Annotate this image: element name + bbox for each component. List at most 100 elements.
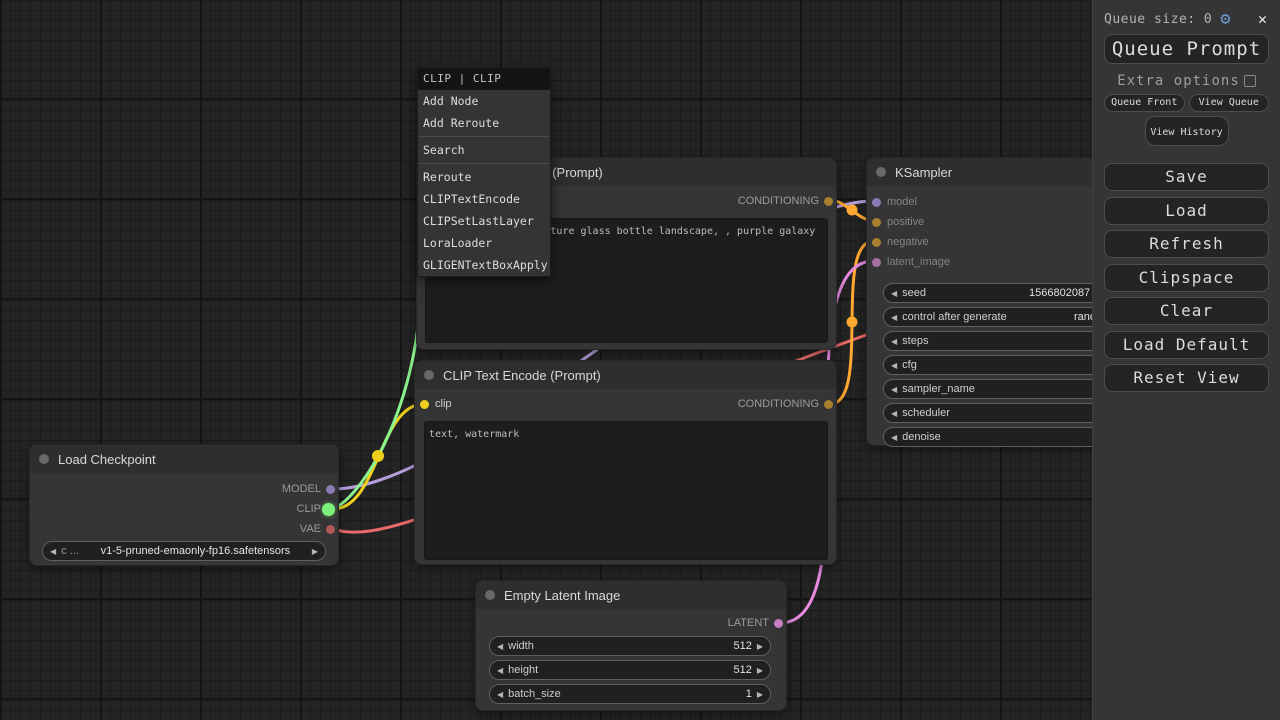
settings-gear-icon[interactable]: ⚙	[1220, 11, 1230, 28]
widget-value: 512	[733, 664, 751, 676]
decrement-arrow-icon[interactable]: ◀	[891, 385, 897, 394]
conditioning-output-port[interactable]	[824, 197, 833, 206]
scheduler-widget[interactable]: ◀ scheduler	[883, 403, 1123, 423]
menu-item-cliptextencode[interactable]: CLIPTextEncode	[418, 188, 550, 210]
collapse-dot[interactable]	[876, 167, 886, 177]
widget-label: control after generate	[902, 311, 1007, 323]
positive-input-label: positive	[887, 216, 924, 228]
next-arrow-icon[interactable]: ▶	[312, 547, 318, 556]
decrement-arrow-icon[interactable]: ◀	[497, 642, 503, 651]
latent-image-input-port[interactable]	[872, 258, 881, 267]
seed-widget[interactable]: ◀ seed 1566802087	[883, 283, 1123, 303]
widget-value: v1-5-pruned-emaonly-fp16.safetensors	[84, 545, 307, 557]
widget-label: width	[508, 640, 534, 652]
menu-item-loraloader[interactable]: LoraLoader	[418, 232, 550, 254]
steps-widget[interactable]: ◀ steps	[883, 331, 1123, 351]
conditioning-output-label: CONDITIONING	[738, 398, 819, 410]
node-load-checkpoint[interactable]: Load Checkpoint MODEL CLIP VAE ◀ c ... v…	[29, 444, 339, 566]
negative-input-label: negative	[887, 236, 929, 248]
increment-arrow-icon[interactable]: ▶	[757, 642, 763, 651]
clip-input-label: clip	[435, 398, 452, 410]
context-menu: CLIP | CLIP Add Node Add Reroute Search …	[417, 67, 551, 277]
height-widget[interactable]: ◀ height 512 ▶	[489, 660, 771, 680]
vae-output-label: VAE	[300, 523, 321, 535]
reset-view-button[interactable]: Reset View	[1104, 364, 1269, 392]
latent-output-port[interactable]	[774, 619, 783, 628]
node-title: CLIP Text Encode (Prompt)	[443, 368, 601, 383]
menu-item-clipsetlastlayer[interactable]: CLIPSetLastLayer	[418, 210, 550, 232]
close-icon[interactable]: ✕	[1258, 10, 1267, 28]
decrement-arrow-icon[interactable]: ◀	[497, 690, 503, 699]
load-button[interactable]: Load	[1104, 197, 1269, 225]
sampler-name-widget[interactable]: ◀ sampler_name	[883, 379, 1123, 399]
positive-input-port[interactable]	[872, 218, 881, 227]
collapse-dot[interactable]	[485, 590, 495, 600]
widget-label: steps	[902, 335, 928, 347]
decrement-arrow-icon[interactable]: ◀	[891, 289, 897, 298]
decrement-arrow-icon[interactable]: ◀	[891, 433, 897, 442]
context-menu-title: CLIP | CLIP	[418, 68, 550, 90]
latent-output-label: LATENT	[728, 617, 769, 629]
widget-label: denoise	[902, 431, 941, 443]
vae-output-port[interactable]	[326, 525, 335, 534]
cfg-widget[interactable]: ◀ cfg	[883, 355, 1123, 375]
collapse-dot[interactable]	[39, 454, 49, 464]
widget-value: 1	[746, 688, 752, 700]
increment-arrow-icon[interactable]: ▶	[757, 666, 763, 675]
clip-input-port[interactable]	[420, 400, 429, 409]
widget-label: height	[508, 664, 538, 676]
comfy-menu-panel: Queue size: 0 ⚙ ✕ Queue Prompt Extra opt…	[1092, 0, 1280, 720]
clipspace-button[interactable]: Clipspace	[1104, 264, 1269, 292]
queue-front-button[interactable]: Queue Front	[1104, 94, 1185, 112]
conditioning-output-port[interactable]	[824, 400, 833, 409]
decrement-arrow-icon[interactable]: ◀	[891, 361, 897, 370]
widget-label: batch_size	[508, 688, 561, 700]
menu-separator	[418, 136, 550, 137]
clear-button[interactable]: Clear	[1104, 297, 1269, 325]
node-title-bar[interactable]: Load Checkpoint	[30, 445, 338, 473]
extra-options-label: Extra options	[1117, 73, 1240, 89]
menu-item-reroute[interactable]: Reroute	[418, 166, 550, 188]
menu-item-gligentextboxapply[interactable]: GLIGENTextBoxApply	[418, 254, 550, 276]
control-after-generate-widget[interactable]: ◀ control after generate randomize	[883, 307, 1123, 327]
menu-item-search[interactable]: Search	[418, 139, 550, 161]
negative-input-port[interactable]	[872, 238, 881, 247]
node-title: KSampler	[895, 165, 952, 180]
queue-size-label: Queue size: 0	[1104, 12, 1212, 27]
menu-item-add-node[interactable]: Add Node	[418, 90, 550, 112]
decrement-arrow-icon[interactable]: ◀	[891, 313, 897, 322]
prompt-textarea[interactable]: text, watermark	[424, 421, 828, 560]
decrement-arrow-icon[interactable]: ◀	[891, 409, 897, 418]
extra-options-checkbox[interactable]	[1244, 75, 1256, 87]
batch-size-widget[interactable]: ◀ batch_size 1 ▶	[489, 684, 771, 704]
decrement-arrow-icon[interactable]: ◀	[891, 337, 897, 346]
menu-item-add-reroute[interactable]: Add Reroute	[418, 112, 550, 134]
save-button[interactable]: Save	[1104, 163, 1269, 191]
width-widget[interactable]: ◀ width 512 ▶	[489, 636, 771, 656]
node-title: Load Checkpoint	[58, 452, 156, 467]
model-input-port[interactable]	[872, 198, 881, 207]
increment-arrow-icon[interactable]: ▶	[757, 690, 763, 699]
decrement-arrow-icon[interactable]: ◀	[497, 666, 503, 675]
node-empty-latent-image[interactable]: Empty Latent Image LATENT ◀ width 512 ▶ …	[475, 580, 787, 711]
model-output-label: MODEL	[282, 483, 321, 495]
load-default-button[interactable]: Load Default	[1104, 331, 1269, 359]
node-title-bar[interactable]: CLIP Text Encode (Prompt)	[415, 361, 836, 389]
model-output-port[interactable]	[326, 485, 335, 494]
node-title-bar[interactable]: Empty Latent Image	[476, 581, 786, 609]
widget-label: c ...	[61, 545, 79, 557]
ckpt-name-widget[interactable]: ◀ c ... v1-5-pruned-emaonly-fp16.safeten…	[42, 541, 326, 561]
collapse-dot[interactable]	[424, 370, 434, 380]
view-queue-button[interactable]: View Queue	[1189, 94, 1270, 112]
clip-output-port[interactable]	[322, 503, 335, 516]
widget-value: 512	[733, 640, 751, 652]
widget-value: 1566802087	[1029, 287, 1090, 299]
widget-label: seed	[902, 287, 926, 299]
view-history-button[interactable]: View History	[1145, 116, 1229, 146]
denoise-widget[interactable]: ◀ denoise	[883, 427, 1123, 447]
queue-prompt-button[interactable]: Queue Prompt	[1104, 34, 1269, 64]
refresh-button[interactable]: Refresh	[1104, 230, 1269, 258]
prev-arrow-icon[interactable]: ◀	[50, 547, 56, 556]
node-clip-text-encode-negative[interactable]: CLIP Text Encode (Prompt) clip CONDITION…	[414, 360, 837, 565]
menu-separator	[418, 163, 550, 164]
